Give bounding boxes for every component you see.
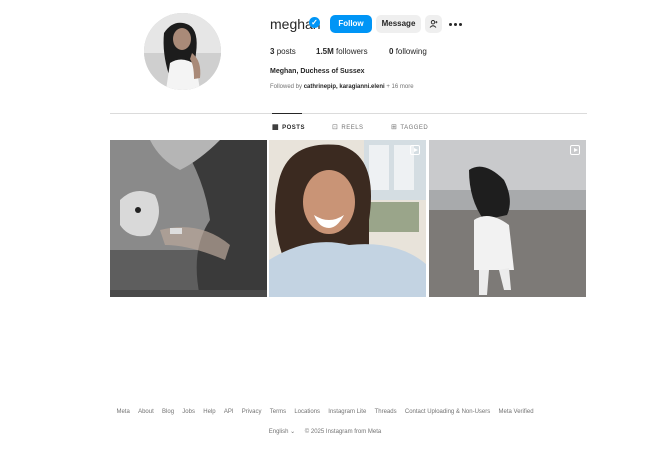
post-tile-2[interactable]	[269, 140, 426, 297]
tab-reels[interactable]: ⊡ REELS	[332, 123, 364, 131]
post-tile-3[interactable]	[429, 140, 586, 297]
more-dots-icon	[449, 23, 452, 26]
tab-tagged[interactable]: ⊞ TAGGED	[391, 123, 428, 131]
tab-posts[interactable]: ▦ POSTS	[272, 123, 305, 131]
footer-link-help[interactable]: Help	[203, 409, 215, 415]
active-tab-indicator	[272, 113, 302, 114]
message-button[interactable]: Message	[376, 15, 421, 33]
following-count-value: 0	[389, 47, 394, 56]
following-count[interactable]: 0 following	[389, 47, 427, 56]
reels-icon: ⊡	[332, 124, 339, 131]
suggested-accounts-button[interactable]	[425, 15, 442, 33]
post-photo-2	[269, 140, 426, 297]
footer-links: Meta About Blog Jobs Help API Privacy Te…	[0, 409, 650, 415]
footer-link-terms[interactable]: Terms	[270, 409, 286, 415]
reel-indicator-icon	[410, 145, 420, 155]
following-count-label: following	[395, 47, 427, 56]
posts-count: 3 posts	[270, 47, 296, 56]
follow-button[interactable]: Follow	[330, 15, 372, 33]
language-selector[interactable]: English ⌄	[269, 429, 295, 435]
footer-link-locations[interactable]: Locations	[294, 409, 320, 415]
footer-link-instagram-lite[interactable]: Instagram Lite	[328, 409, 366, 415]
followers-count[interactable]: 1.5M followers	[316, 47, 368, 56]
footer-link-meta[interactable]: Meta	[116, 409, 129, 415]
more-options-button[interactable]	[449, 15, 463, 33]
footer-link-about[interactable]: About	[138, 409, 154, 415]
tabs-divider	[110, 113, 587, 114]
verified-badge-icon: ✓	[309, 17, 320, 28]
followers-count-label: followers	[336, 47, 368, 56]
avatar-photo	[144, 13, 221, 90]
profile-avatar[interactable]	[144, 13, 221, 90]
posts-count-value: 3	[270, 47, 275, 56]
followed-by-users: cathrinepip, karagianni.eleni	[303, 84, 385, 90]
add-person-icon	[429, 20, 438, 28]
footer-link-api[interactable]: API	[224, 409, 234, 415]
followers-count-value: 1.5M	[316, 47, 334, 56]
footer-link-jobs[interactable]: Jobs	[182, 409, 195, 415]
post-photo-3	[429, 140, 586, 297]
footer-link-threads[interactable]: Threads	[375, 409, 397, 415]
followed-by-prefix: Followed by	[270, 84, 304, 90]
language-label: English	[268, 429, 289, 435]
chevron-down-icon: ⌄	[290, 429, 296, 435]
footer-link-blog[interactable]: Blog	[162, 409, 174, 415]
footer-bottom: English ⌄ © 2025 Instagram from Meta	[0, 428, 650, 435]
tab-tagged-label: TAGGED	[400, 125, 429, 131]
reel-indicator-icon	[570, 145, 580, 155]
copyright-text: © 2025 Instagram from Meta	[304, 429, 382, 435]
profile-full-name: Meghan, Duchess of Sussex	[270, 68, 365, 75]
footer-link-meta-verified[interactable]: Meta Verified	[499, 409, 534, 415]
grid-icon: ▦	[272, 124, 280, 131]
posts-count-label: posts	[276, 47, 296, 56]
tab-posts-label: POSTS	[282, 125, 305, 131]
tab-reels-label: REELS	[341, 125, 364, 131]
post-photo-1	[110, 140, 267, 297]
footer-link-contact-uploading[interactable]: Contact Uploading & Non-Users	[405, 409, 490, 415]
post-tile-1[interactable]	[110, 140, 267, 297]
tagged-icon: ⊞	[391, 124, 398, 131]
followed-by-more: + 16 more	[384, 84, 414, 90]
followed-by-text[interactable]: Followed by cathrinepip, karagianni.elen…	[270, 84, 414, 90]
footer-link-privacy[interactable]: Privacy	[242, 409, 262, 415]
